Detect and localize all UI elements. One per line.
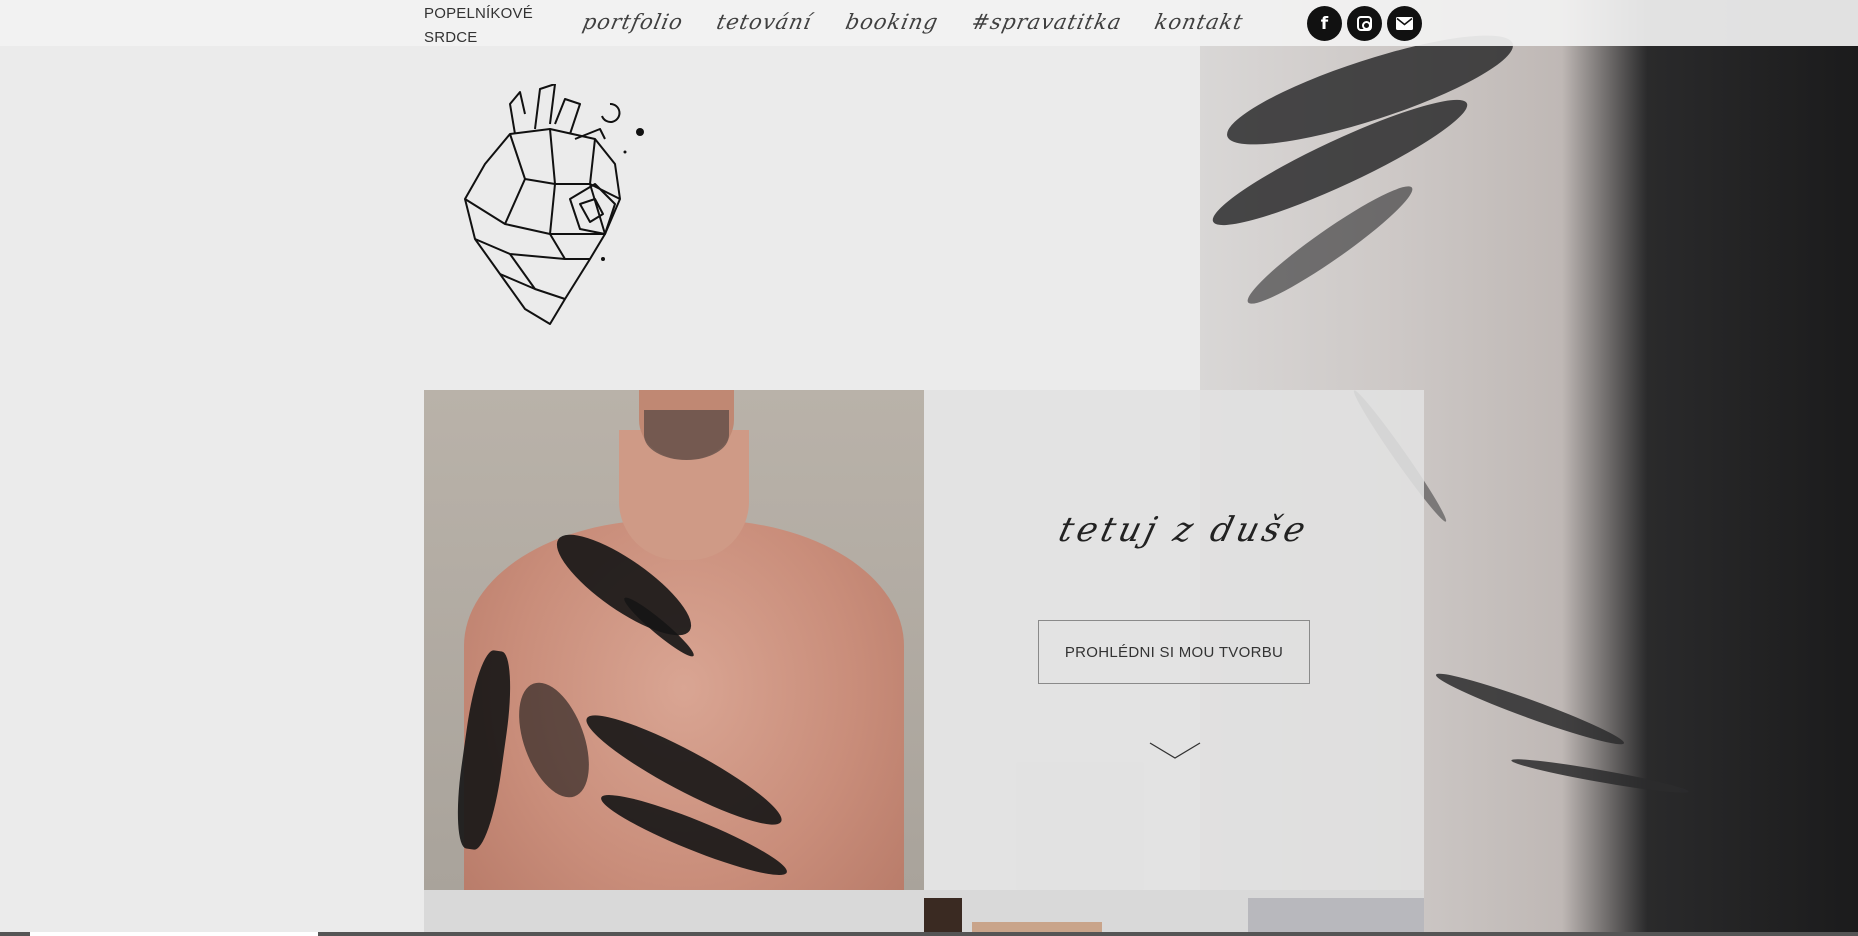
email-icon[interactable]: [1387, 6, 1422, 41]
nav-link-tetovani[interactable]: tetování: [713, 4, 815, 40]
nav-link-portfolio[interactable]: portfolio: [579, 4, 687, 40]
scrollbar-thumb[interactable]: [30, 932, 318, 936]
gallery-thumbnail[interactable]: [1248, 898, 1424, 936]
nav-link-kontakt[interactable]: kontakt: [1152, 4, 1248, 40]
nav-link-booking[interactable]: booking: [842, 4, 942, 40]
tattoo-chest-photo: [424, 390, 924, 890]
anatomical-heart-logo: [464, 84, 644, 325]
facebook-glyph: f: [1320, 13, 1329, 34]
social-links: f: [1307, 6, 1422, 41]
envelope-glyph: [1396, 17, 1413, 30]
main-nav: portfolio tetování booking #spravatitka …: [580, 4, 1277, 40]
chevron-down-icon[interactable]: [1149, 742, 1201, 760]
instagram-icon[interactable]: [1347, 6, 1382, 41]
nav-link-spravatitka[interactable]: #spravatitka: [968, 4, 1125, 40]
view-portfolio-button[interactable]: PROHLÉDNI SI MOU TVORBU: [1038, 620, 1310, 684]
facebook-icon[interactable]: f: [1307, 6, 1342, 41]
top-navigation-bar: POPELNÍKOVÉ SRDCE portfolio tetování boo…: [0, 0, 1858, 46]
brand-line-2: SRDCE: [424, 29, 478, 46]
gallery-preview-strip: [424, 890, 1424, 936]
hero-tagline: tetuj z duše: [1054, 510, 1314, 550]
brand-line-1: POPELNÍKOVÉ: [424, 5, 533, 22]
site-brand[interactable]: POPELNÍKOVÉ SRDCE: [424, 2, 544, 50]
hero-panel: tetuj z duše PROHLÉDNI SI MOU TVORBU: [924, 390, 1424, 890]
instagram-glyph: [1357, 16, 1372, 31]
gallery-thumbnail[interactable]: [924, 898, 962, 936]
